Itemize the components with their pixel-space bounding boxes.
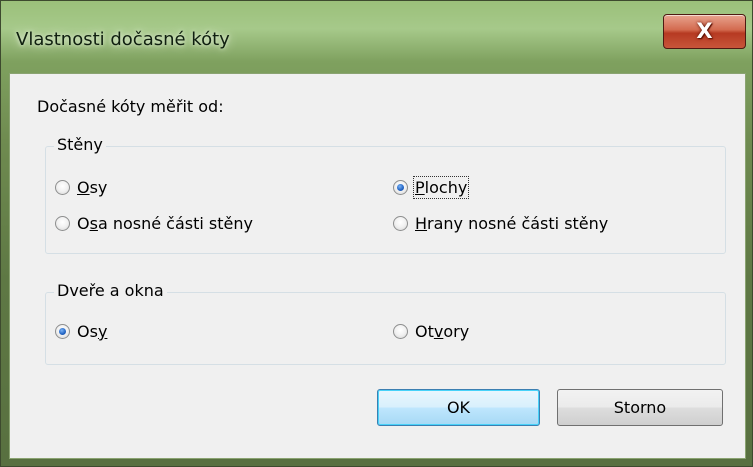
window-title: Vlastnosti dočasné kóty <box>16 29 230 50</box>
radio-doors-axes[interactable]: Osy <box>55 322 107 341</box>
doors-windows-group: Dveře a okna <box>45 281 726 365</box>
dialog-window: Vlastnosti dočasné kóty X Dočasné kóty m… <box>0 0 753 467</box>
radio-doors-openings-label: Otvory <box>415 322 470 341</box>
walls-group: Stěny <box>45 135 726 254</box>
radio-walls-faces-circle[interactable] <box>393 180 408 195</box>
radio-walls-core-edges-label: Hrany nosné části stěny <box>415 214 609 233</box>
radio-walls-core-axis-label: Osa nosné části stěny <box>77 214 253 233</box>
radio-doors-openings-circle[interactable] <box>393 324 408 339</box>
radio-walls-faces-label: Plochy <box>412 176 470 199</box>
radio-walls-core-edges[interactable]: Hrany nosné části stěny <box>393 214 608 233</box>
ok-button[interactable]: OK <box>377 389 540 426</box>
doors-windows-group-legend: Dveře a okna <box>54 281 167 300</box>
close-icon: X <box>696 19 713 43</box>
radio-doors-axes-label: Osy <box>77 322 108 341</box>
radio-walls-axes-circle[interactable] <box>55 180 70 195</box>
radio-walls-faces[interactable]: Plochy <box>393 176 470 199</box>
radio-walls-axes[interactable]: Osy <box>55 178 107 197</box>
radio-walls-axes-label: Osy <box>77 178 108 197</box>
radio-doors-axes-circle[interactable] <box>55 324 70 339</box>
close-button[interactable]: X <box>663 14 746 49</box>
dialog-client-area: Dočasné kóty měřit od: Stěny Osy Plochy … <box>9 73 746 459</box>
cancel-button[interactable]: Storno <box>557 389 723 426</box>
walls-group-legend: Stěny <box>54 135 106 154</box>
radio-walls-core-axis-circle[interactable] <box>55 216 70 231</box>
title-bar[interactable]: Vlastnosti dočasné kóty X <box>1 1 753 73</box>
radio-walls-core-axis[interactable]: Osa nosné části stěny <box>55 214 253 233</box>
radio-doors-openings[interactable]: Otvory <box>393 322 469 341</box>
radio-walls-core-edges-circle[interactable] <box>393 216 408 231</box>
measure-from-label: Dočasné kóty měřit od: <box>37 97 224 116</box>
